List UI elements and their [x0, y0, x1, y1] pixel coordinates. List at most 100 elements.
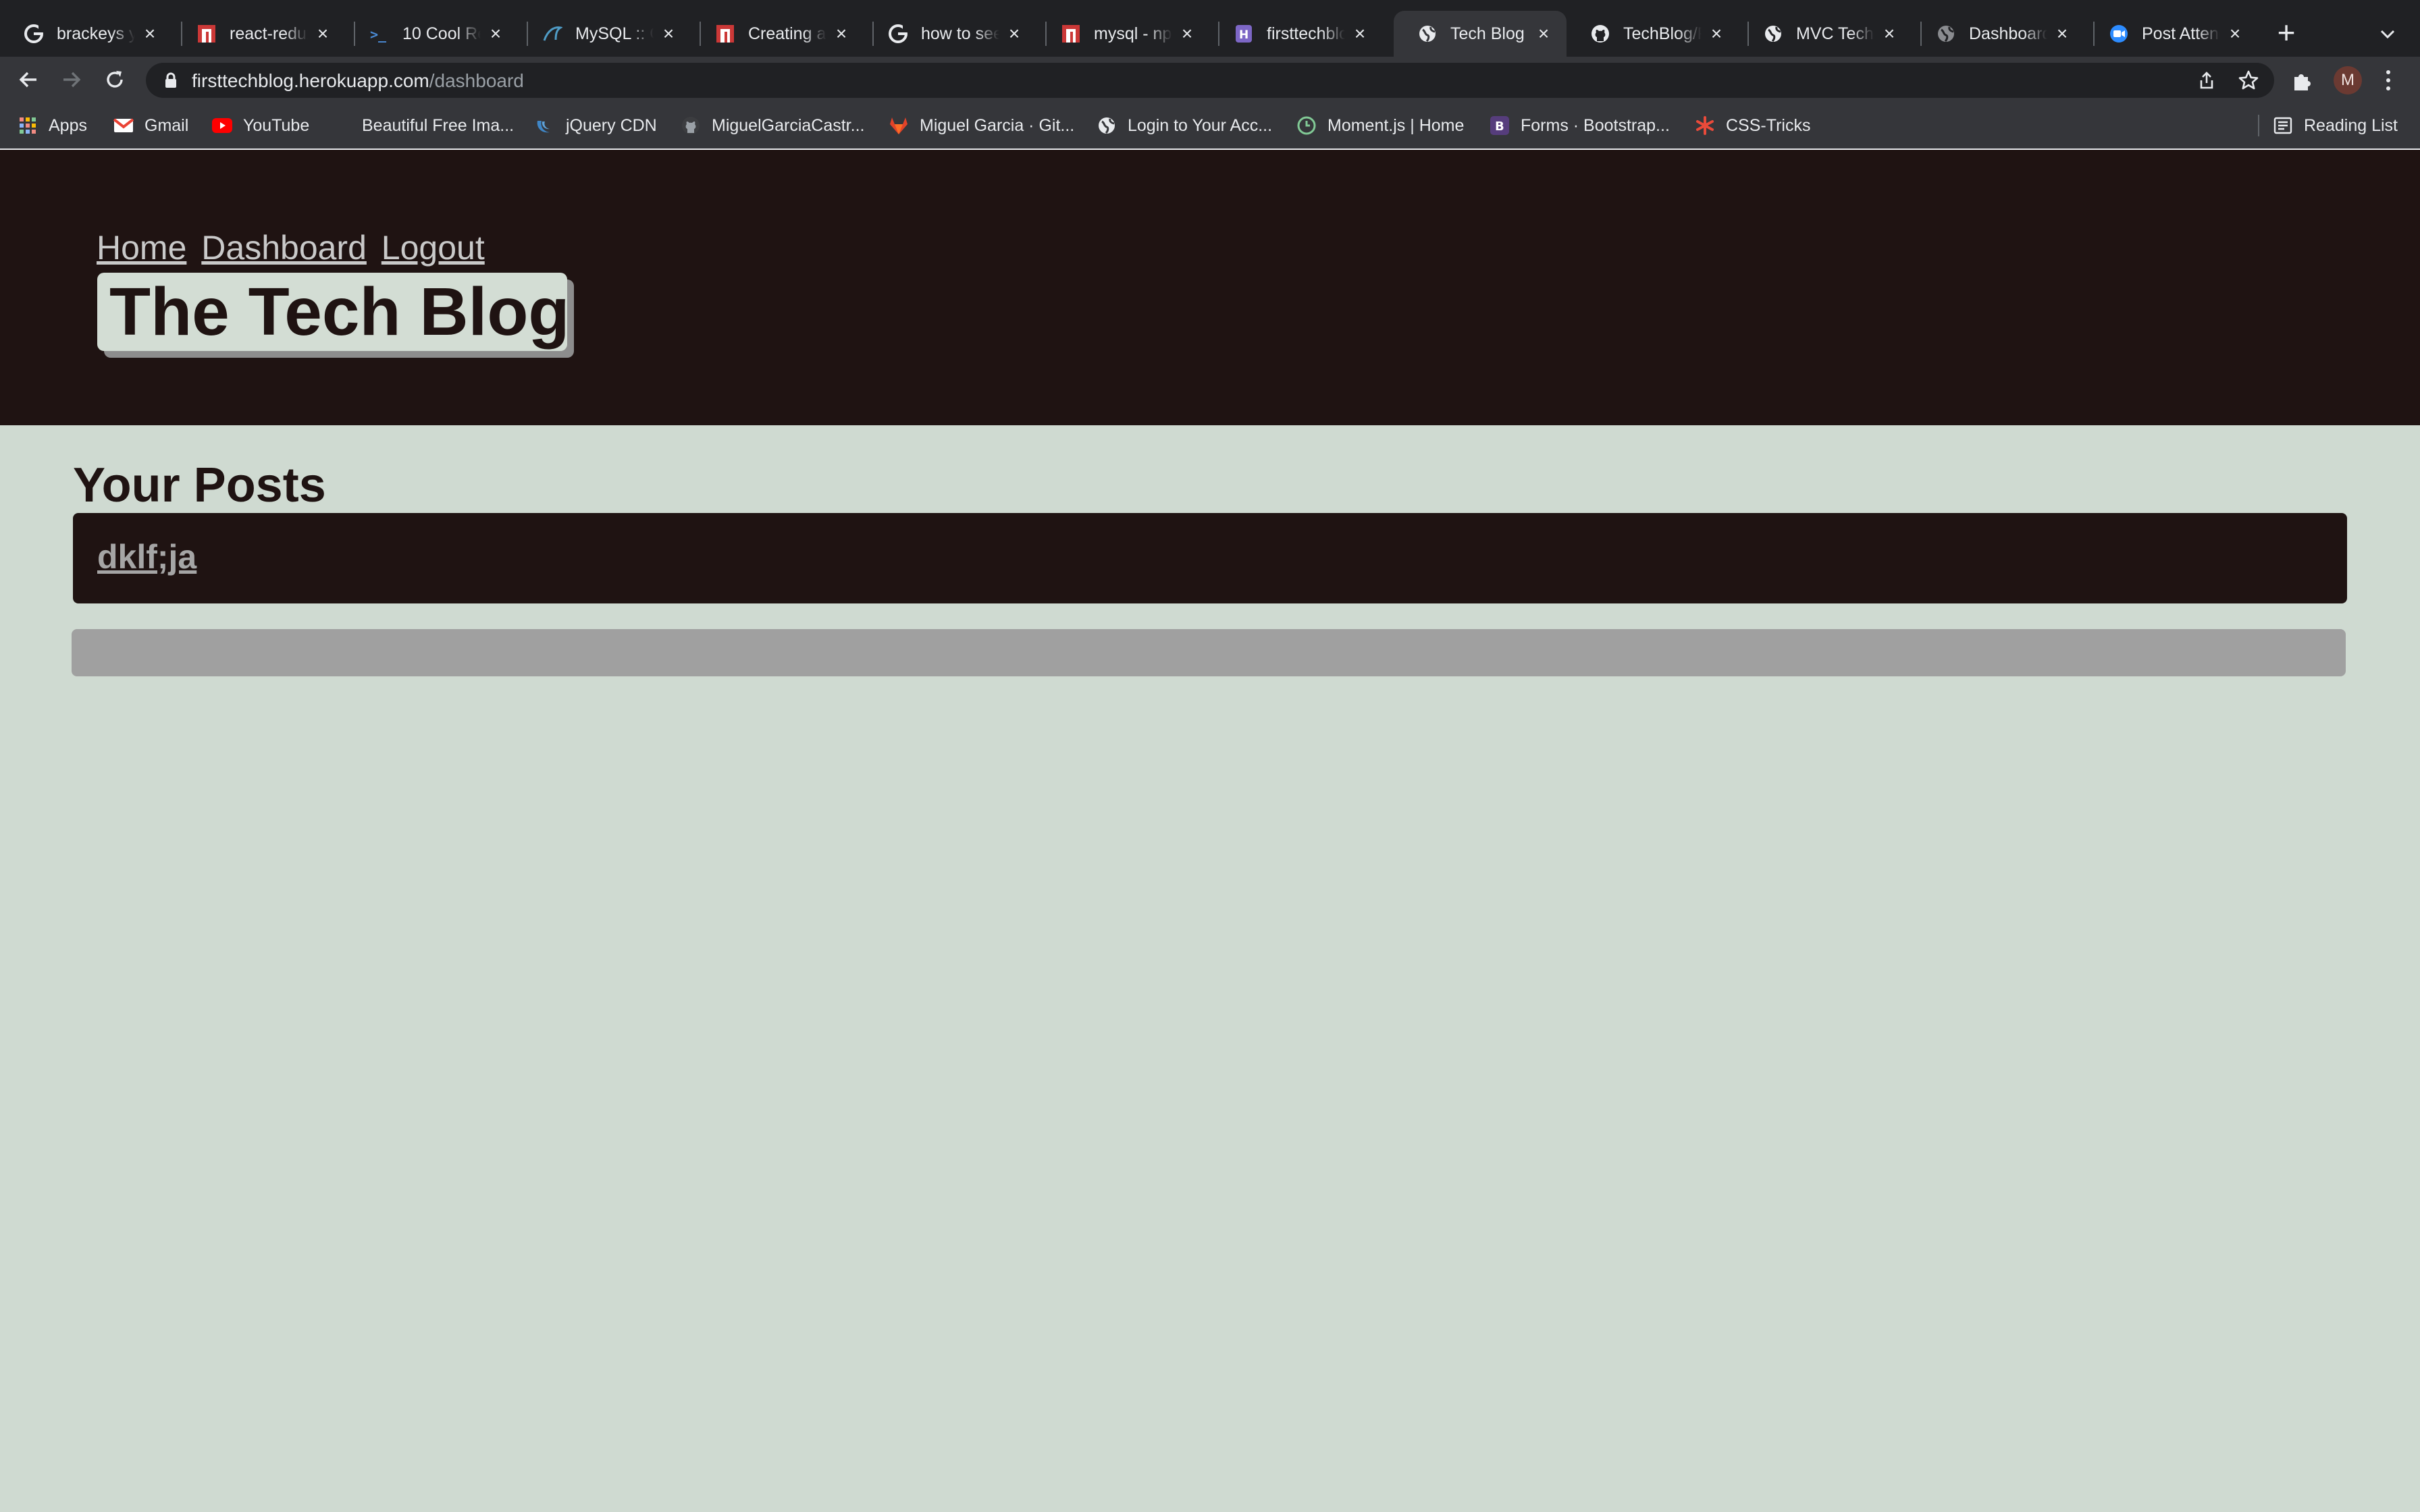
tab-mysql-npm[interactable]: mysql - npm × [1037, 11, 1210, 57]
tab-title: MVC Tech Blog [1796, 24, 1874, 43]
bookmark-bootstrap-forms[interactable]: B Forms · Bootstrap... [1490, 113, 1670, 138]
reading-list-icon [2273, 115, 2293, 136]
back-button[interactable] [15, 66, 42, 93]
close-icon[interactable]: × [832, 24, 851, 43]
bookmark-beautiful-free-images[interactable]: Beautiful Free Ima... [331, 113, 514, 138]
close-icon[interactable]: × [140, 24, 159, 43]
site-title: The Tech Blog [109, 274, 570, 350]
close-icon[interactable]: × [1534, 24, 1553, 43]
npm-icon [714, 23, 736, 45]
bookmark-gitlab[interactable]: Miguel Garcia · Git... [889, 113, 1074, 138]
tab-title: Post Attendance [2142, 24, 2220, 43]
google-icon [23, 23, 45, 45]
close-icon[interactable]: × [659, 24, 678, 43]
google-icon [887, 23, 909, 45]
tab-brackeys[interactable]: brackeys youtube × [0, 11, 173, 57]
tab-how-to-see[interactable]: how to see × [864, 11, 1037, 57]
bookmark-label: YouTube [243, 115, 310, 135]
tab-title: MySQL :: Getting [575, 24, 654, 43]
close-icon[interactable]: × [486, 24, 505, 43]
close-icon[interactable]: × [2053, 24, 2072, 43]
tab-tech-blog[interactable]: Tech Blog × [1394, 11, 1567, 57]
youtube-icon [212, 115, 232, 136]
bookmark-youtube[interactable]: YouTube [212, 113, 309, 138]
page-title: Your Posts [73, 458, 326, 512]
new-post-bar[interactable] [72, 629, 2346, 676]
bookmark-label: Moment.js | Home [1327, 115, 1465, 135]
forward-button[interactable] [58, 66, 85, 93]
close-icon[interactable]: × [1350, 24, 1369, 43]
reading-list-button[interactable]: Reading List [2273, 113, 2398, 138]
tab-creating-a[interactable]: Creating a × [691, 11, 864, 57]
close-icon[interactable]: × [1005, 24, 1024, 43]
url-text[interactable]: firsttechblog.herokuapp.com/dashboard [192, 70, 524, 92]
clock-icon [1296, 115, 1317, 136]
tab-search-button[interactable] [2375, 22, 2400, 46]
css-tricks-icon [1695, 115, 1715, 136]
tab-title: react-redux [230, 24, 308, 43]
heroku-icon: H [1233, 23, 1255, 45]
globe-icon [1935, 23, 1957, 45]
bookmark-label: Apps [49, 115, 87, 135]
tab-title: Dashboard [1969, 24, 2047, 43]
profile-avatar[interactable]: M [2334, 66, 2362, 94]
tab-title: Tech Blog [1450, 24, 1525, 43]
new-tab-button[interactable]: + [2270, 17, 2303, 50]
tab-post-attendance[interactable]: Post Attendance × [2085, 11, 2258, 57]
nav-dashboard-link[interactable]: Dashboard [201, 229, 367, 267]
tab-title: how to see [921, 24, 999, 43]
nav-logout-link[interactable]: Logout [382, 229, 485, 267]
close-icon[interactable]: × [1178, 24, 1196, 43]
bookmarks-bar: Apps Gmail YouTube Beautiful Free Ima...… [0, 103, 2420, 148]
zoom-icon [2108, 23, 2130, 45]
bookmark-label: CSS-Tricks [1726, 115, 1811, 135]
close-icon[interactable]: × [2226, 24, 2244, 43]
bookmarks-divider [2258, 115, 2259, 136]
tab-10-cool-react[interactable]: >_ 10 Cool React × [346, 11, 519, 57]
browser-menu-button[interactable] [2378, 66, 2398, 94]
address-bar[interactable]: firsttechblog.herokuapp.com/dashboard [146, 63, 2274, 98]
bookmark-github-profile[interactable]: MiguelGarciaCastr... [681, 113, 864, 138]
post-card[interactable]: dklf;ja [73, 513, 2347, 603]
bookmark-css-tricks[interactable]: CSS-Tricks [1695, 113, 1810, 138]
tab-mvc-tech-blog[interactable]: MVC Tech Blog × [1739, 11, 1912, 57]
bookmark-label: Miguel Garcia · Git... [920, 115, 1075, 135]
tab-mysql-getting[interactable]: MySQL :: Getting × [519, 11, 691, 57]
close-icon[interactable]: × [313, 24, 332, 43]
tab-firsttechblog[interactable]: H firsttechblog × [1210, 11, 1383, 57]
nav-home-link[interactable]: Home [97, 229, 186, 267]
extensions-icon[interactable] [2290, 68, 2316, 93]
bookmark-label: jQuery CDN [566, 115, 657, 135]
gitlab-icon [889, 115, 909, 136]
bookmark-login[interactable]: Login to Your Acc... [1097, 113, 1272, 138]
bookmark-jquery-cdn[interactable]: jQuery CDN [535, 113, 657, 138]
bookmark-gmail[interactable]: Gmail [113, 113, 188, 138]
forward-arrow-icon [63, 72, 81, 88]
tab-title: firsttechblog [1267, 24, 1345, 43]
bookmark-label: Beautiful Free Ima... [362, 115, 515, 135]
globe-icon [1762, 23, 1784, 45]
bookmark-momentjs[interactable]: Moment.js | Home [1296, 113, 1464, 138]
close-icon[interactable]: × [1880, 24, 1899, 43]
tab-react-redux[interactable]: react-redux × [173, 11, 346, 57]
bookmark-apps[interactable]: Apps [18, 113, 87, 138]
svg-text:B: B [1495, 119, 1504, 134]
npm-icon [1060, 23, 1082, 45]
tab-title: 10 Cool React [402, 24, 481, 43]
tab-techblog-repo[interactable]: TechBlog/R × [1567, 11, 1739, 57]
tab-title: brackeys youtube [57, 24, 135, 43]
post-title-link[interactable]: dklf;ja [97, 537, 196, 576]
terminal-icon: >_ [369, 23, 390, 45]
lock-icon[interactable] [162, 72, 180, 89]
globe-icon [1417, 23, 1438, 45]
dashboard-main: Your Posts dklf;ja [0, 425, 2420, 1512]
blank-icon [331, 115, 351, 136]
tab-dashboard[interactable]: Dashboard × [1912, 11, 2085, 57]
svg-text:H: H [1239, 28, 1248, 42]
close-icon[interactable]: × [1707, 24, 1726, 43]
site-brand: The Tech Blog [97, 273, 570, 351]
star-icon[interactable] [2238, 70, 2259, 91]
reload-button[interactable] [101, 66, 128, 93]
share-icon[interactable] [2197, 71, 2216, 90]
browser-chrome: brackeys youtube × react-redux × >_ 10 C… [0, 0, 2420, 150]
